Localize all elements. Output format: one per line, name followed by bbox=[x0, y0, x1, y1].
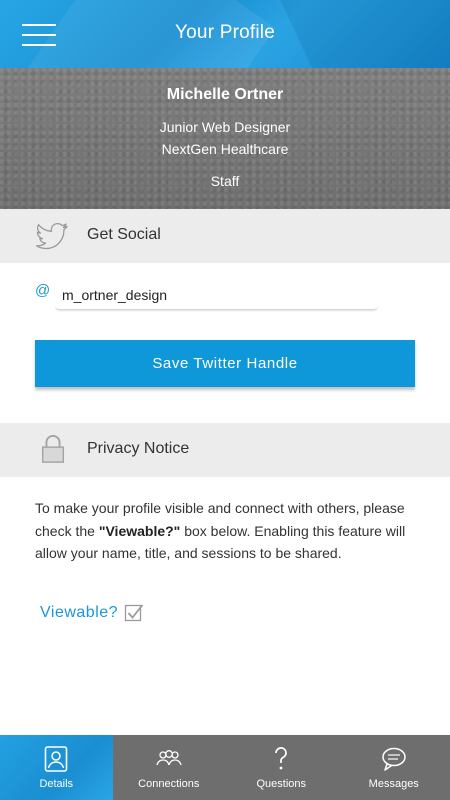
twitter-bird-icon bbox=[36, 222, 68, 250]
tab-messages[interactable]: Messages bbox=[337, 735, 450, 800]
tab-questions[interactable]: Questions bbox=[225, 735, 338, 800]
tab-label: Messages bbox=[368, 778, 419, 790]
question-mark-icon bbox=[275, 747, 288, 770]
tab-label: Questions bbox=[256, 778, 307, 790]
speech-bubble-icon bbox=[382, 747, 406, 771]
save-twitter-handle-button[interactable]: Save Twitter Handle bbox=[35, 340, 415, 387]
get-social-section-header: Get Social bbox=[0, 209, 450, 263]
profile-organization: NextGen Healthcare bbox=[161, 141, 289, 157]
twitter-handle-input[interactable] bbox=[55, 280, 378, 310]
tab-details[interactable]: Details bbox=[0, 735, 113, 800]
viewable-checkbox[interactable] bbox=[124, 603, 144, 623]
tab-label: Connections bbox=[138, 778, 200, 790]
profile-banner: Michelle Ortner Junior Web Designer Next… bbox=[0, 68, 450, 209]
page-title: Your Profile bbox=[175, 22, 275, 43]
bottom-tab-bar: Details Connections Questions Messages bbox=[0, 735, 450, 800]
person-icon bbox=[44, 746, 68, 772]
group-icon bbox=[156, 750, 182, 766]
at-symbol: @ bbox=[35, 282, 51, 299]
get-social-label: Get Social bbox=[87, 226, 161, 243]
profile-type: Staff bbox=[210, 173, 240, 189]
viewable-label: Viewable? bbox=[40, 604, 119, 621]
privacy-description: To make your profile visible and connect… bbox=[35, 497, 425, 565]
profile-name: Michelle Ortner bbox=[166, 86, 284, 103]
profile-role: Junior Web Designer bbox=[159, 119, 291, 135]
app-header: Your Profile bbox=[0, 0, 450, 68]
tab-connections[interactable]: Connections bbox=[112, 735, 225, 800]
tab-label: Details bbox=[39, 778, 74, 790]
privacy-notice-label: Privacy Notice bbox=[87, 440, 190, 457]
privacy-notice-section-header: Privacy Notice bbox=[0, 423, 450, 477]
padlock-icon bbox=[41, 434, 65, 463]
privacy-text-emphasis: "Viewable?" bbox=[98, 522, 181, 539]
viewable-option: Viewable? bbox=[40, 603, 144, 623]
